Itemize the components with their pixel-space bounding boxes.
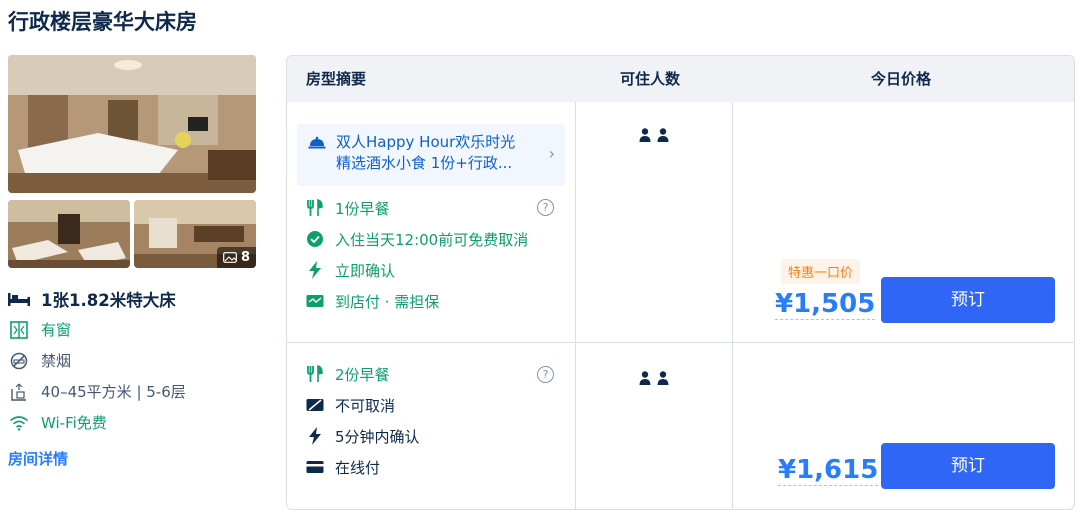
wifi-label: Wi-Fi免费	[41, 414, 107, 432]
chevron-right-icon: ›	[548, 144, 555, 163]
cancel-label: 不可取消	[335, 396, 396, 415]
promo-package[interactable]: 双人Happy Hour欢乐时光 精选酒水小食 1份+行政... ›	[297, 124, 565, 186]
cancel-perk: 入住当天12:00前可免费取消	[305, 229, 528, 249]
room-details-link[interactable]: 房间详情	[8, 448, 68, 469]
wifi-icon	[8, 414, 30, 432]
area-icon	[8, 383, 30, 401]
pay-at-hotel-icon	[305, 292, 325, 310]
cancel-label: 入住当天12:00前可免费取消	[335, 230, 529, 249]
person-icon	[657, 371, 669, 385]
utensils-icon	[305, 365, 325, 383]
book-button[interactable]: 预订	[881, 277, 1055, 323]
header-price: 今日价格	[871, 70, 932, 88]
wifi-info: Wi-Fi免费	[8, 407, 268, 438]
payment-perk: 在线付	[305, 457, 380, 477]
special-price-tag: 特惠一口价	[781, 259, 861, 284]
smoking-info: 禁烟	[8, 345, 268, 376]
bed-icon	[8, 290, 30, 308]
breakfast-perk: 1份早餐	[305, 198, 390, 218]
help-icon[interactable]: ?	[537, 199, 554, 216]
confirm-label: 立即确认	[335, 261, 396, 280]
check-circle-icon	[305, 230, 325, 248]
cancel-perk: 不可取消	[305, 395, 395, 415]
room-photo-main[interactable]	[8, 55, 256, 193]
room-facts: 1张1.82米特大床 有窗 禁烟 40–45平方米 | 5-6层 Wi-Fi免费	[8, 288, 268, 438]
payment-perk: 到店付 · 需担保	[305, 291, 439, 311]
lightning-icon	[305, 261, 325, 279]
room-price: ¥1,505	[775, 289, 876, 320]
room-photo-thumb-2[interactable]: 8	[134, 200, 256, 268]
bed-label: 1张1.82米特大床	[41, 291, 176, 310]
person-icon	[639, 371, 651, 385]
payment-label: 到店付 · 需担保	[335, 292, 440, 311]
promo-line-1: 双人Happy Hour欢乐时光	[336, 133, 516, 151]
credit-card-icon	[305, 458, 325, 476]
table-header: 房型摘要 可住人数 今日价格	[287, 56, 1074, 102]
breakfast-perk: 2份早餐	[305, 364, 390, 384]
no-cancel-icon	[305, 396, 325, 414]
guest-capacity	[639, 371, 669, 385]
column-divider	[732, 102, 733, 509]
rate-table: 房型摘要 可住人数 今日价格 双人Happy Hour欢乐时光 精选酒水小食 1…	[286, 55, 1075, 510]
person-icon	[657, 128, 669, 142]
gallery-icon	[223, 252, 237, 263]
header-summary: 房型摘要	[306, 70, 367, 88]
bed-info: 1张1.82米特大床	[8, 288, 268, 310]
cloche-icon	[308, 136, 326, 149]
room-title: 行政楼层豪华大床房	[8, 10, 197, 34]
photo-count-badge[interactable]: 8	[216, 247, 256, 268]
area-floor-info: 40–45平方米 | 5-6层	[8, 376, 268, 407]
breakfast-label: 1份早餐	[335, 199, 390, 218]
help-icon[interactable]: ?	[537, 366, 554, 383]
payment-label: 在线付	[335, 458, 381, 477]
column-divider	[575, 102, 576, 509]
utensils-icon	[305, 199, 325, 217]
breakfast-label: 2份早餐	[335, 365, 390, 384]
guest-capacity	[639, 128, 669, 142]
confirm-perk: 5分钟内确认	[305, 426, 420, 446]
row-divider	[287, 342, 1074, 343]
photo-count-value: 8	[240, 250, 250, 265]
window-icon	[8, 320, 30, 339]
window-info: 有窗	[8, 314, 268, 345]
person-icon	[639, 128, 651, 142]
book-button[interactable]: 预订	[881, 443, 1055, 489]
no-smoking-icon	[8, 352, 30, 370]
confirm-label: 5分钟内确认	[335, 427, 420, 446]
room-price: ¥1,615	[778, 455, 879, 486]
room-photo-thumb-1[interactable]	[8, 200, 130, 268]
window-label: 有窗	[41, 321, 72, 339]
smoking-label: 禁烟	[41, 352, 72, 370]
confirm-perk: 立即确认	[305, 260, 395, 280]
promo-line-2: 精选酒水小食 1份+行政...	[336, 154, 513, 172]
header-guests: 可住人数	[620, 70, 681, 88]
area-floor-label: 40–45平方米 | 5-6层	[41, 383, 186, 401]
lightning-icon	[305, 427, 325, 445]
